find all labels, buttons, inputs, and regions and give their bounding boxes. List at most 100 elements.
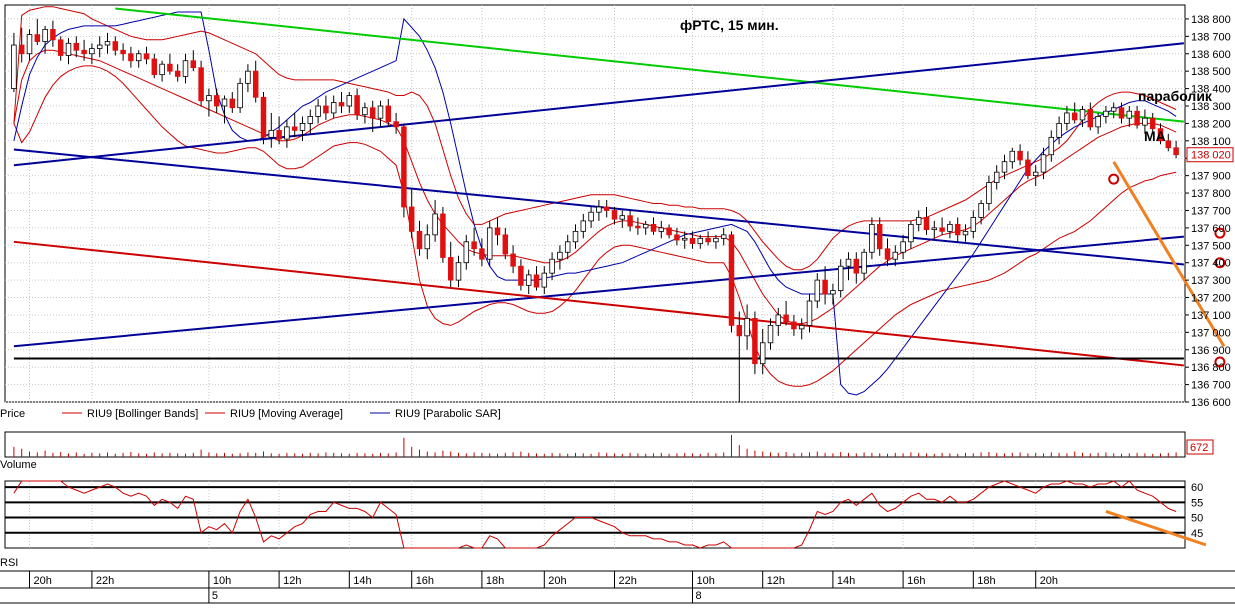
- candle-body: [455, 262, 462, 281]
- candle-body: [798, 324, 805, 330]
- candle-body: [752, 318, 758, 365]
- candle-body: [557, 251, 563, 260]
- candle-body: [1032, 171, 1039, 177]
- price-panel-frame: [4, 4, 1186, 403]
- candle-body: [783, 314, 789, 323]
- candle-body: [268, 129, 275, 138]
- chart-title: фРТС, 15 мин.: [680, 17, 779, 33]
- candle-body: [596, 206, 602, 213]
- candle-body: [167, 63, 173, 72]
- candle-body: [424, 234, 431, 250]
- candle-body: [759, 342, 766, 365]
- candle-body: [323, 105, 329, 114]
- candle-body: [830, 290, 836, 295]
- volume-panel[interactable]: [4, 431, 1186, 458]
- price-tick-label: 137 800: [1191, 188, 1231, 200]
- candle-body: [572, 230, 579, 243]
- candle-body: [11, 44, 17, 89]
- rsi-label: RSI: [0, 557, 18, 569]
- price-tick-label: 138 300: [1191, 101, 1231, 113]
- candle-body: [346, 95, 353, 107]
- candle-body: [221, 98, 228, 107]
- price-tick-label: 136 600: [1191, 397, 1231, 409]
- time-tick-label: 18h: [486, 575, 504, 587]
- candle-body: [385, 105, 392, 123]
- last-price-label: 138 020: [1191, 150, 1231, 162]
- time-axis: 20h 22h 10h 12h 14h 16h 18h 20h 22h 10h 12h 14h 16h 1…: [0, 570, 1235, 604]
- candle-body: [650, 223, 657, 232]
- candle-body: [619, 215, 626, 220]
- candle-body: [689, 237, 696, 244]
- candle-body: [736, 324, 743, 337]
- candle-body: [245, 70, 251, 84]
- candle-body: [408, 206, 415, 232]
- price-tick-label: 136 900: [1191, 345, 1231, 357]
- candle-body: [720, 234, 727, 239]
- price-tick-label: 138 800: [1191, 14, 1231, 26]
- candle-body: [96, 44, 103, 49]
- candle-body: [541, 272, 548, 288]
- forecast-marker: [1108, 173, 1120, 185]
- time-tick-label: 22h: [619, 575, 637, 587]
- candle-body: [611, 210, 618, 220]
- candle-body: [993, 171, 1000, 184]
- candle-body: [104, 41, 111, 46]
- candle-body: [986, 182, 992, 204]
- price-tick-label: 137 300: [1191, 275, 1231, 287]
- candle-body: [73, 42, 80, 51]
- candle-body: [198, 67, 204, 102]
- candle-body: [666, 227, 672, 236]
- candle-body: [42, 28, 48, 42]
- candle-body: [518, 265, 524, 286]
- time-tick-label: 16h: [416, 575, 434, 587]
- candle-body: [1103, 110, 1109, 117]
- legend-entry: RIU9 [Parabolic SAR]: [395, 408, 501, 420]
- candle-body: [1126, 110, 1133, 119]
- candle-body: [697, 237, 704, 244]
- price-tick-label: 138 100: [1191, 136, 1231, 148]
- price-tick-label: 137 200: [1191, 293, 1231, 305]
- candle-body: [525, 274, 532, 286]
- candle-body: [954, 223, 961, 236]
- candle-body: [1118, 107, 1125, 119]
- date-tick-label: 5: [212, 590, 218, 602]
- volume-last-label: 672: [1190, 442, 1208, 454]
- candle-body: [1064, 112, 1070, 124]
- candle-body: [315, 105, 321, 117]
- candle-body: [970, 217, 977, 232]
- time-tick-label: 10h: [213, 575, 231, 587]
- candle-body: [34, 34, 41, 42]
- legend-entry: Price: [0, 408, 25, 420]
- candle-body: [642, 223, 649, 229]
- price-panel[interactable]: фРТС, 15 мин. параболик МА: [4, 4, 1226, 403]
- candle-body: [1040, 154, 1047, 173]
- candle-body: [627, 215, 633, 227]
- candle-body: [260, 96, 267, 138]
- candle-body: [900, 241, 906, 253]
- candle-body: [549, 258, 555, 274]
- candle-body: [486, 227, 493, 260]
- candle-body: [603, 206, 610, 211]
- candle-body: [1048, 136, 1055, 156]
- price-tick-label: 136 800: [1191, 362, 1231, 374]
- time-tick-label: 16h: [907, 575, 925, 587]
- candle-body: [213, 95, 220, 107]
- price-tick-label: 136 700: [1191, 380, 1231, 392]
- candle-body: [837, 265, 844, 291]
- rsi-panel[interactable]: [4, 480, 1207, 549]
- candle-body: [432, 213, 438, 236]
- candle-body: [1087, 109, 1094, 128]
- chart-root: фРТС, 15 мин. параболик МА 138 800 138 70…: [0, 0, 1235, 607]
- candle-body: [18, 44, 25, 55]
- legend-entry: RIU9 [Moving Average]: [230, 408, 343, 420]
- candle-body: [869, 223, 875, 253]
- candle-body: [120, 49, 126, 55]
- time-tick-label: 20h: [1040, 575, 1058, 587]
- price-tick-label: 138 200: [1191, 118, 1231, 130]
- candle-body: [26, 34, 33, 55]
- candle-body: [284, 126, 290, 140]
- candle-body: [1095, 116, 1101, 128]
- candle-body: [1056, 123, 1062, 138]
- price-tick-label: 137 000: [1191, 327, 1231, 339]
- candle-body: [112, 41, 119, 51]
